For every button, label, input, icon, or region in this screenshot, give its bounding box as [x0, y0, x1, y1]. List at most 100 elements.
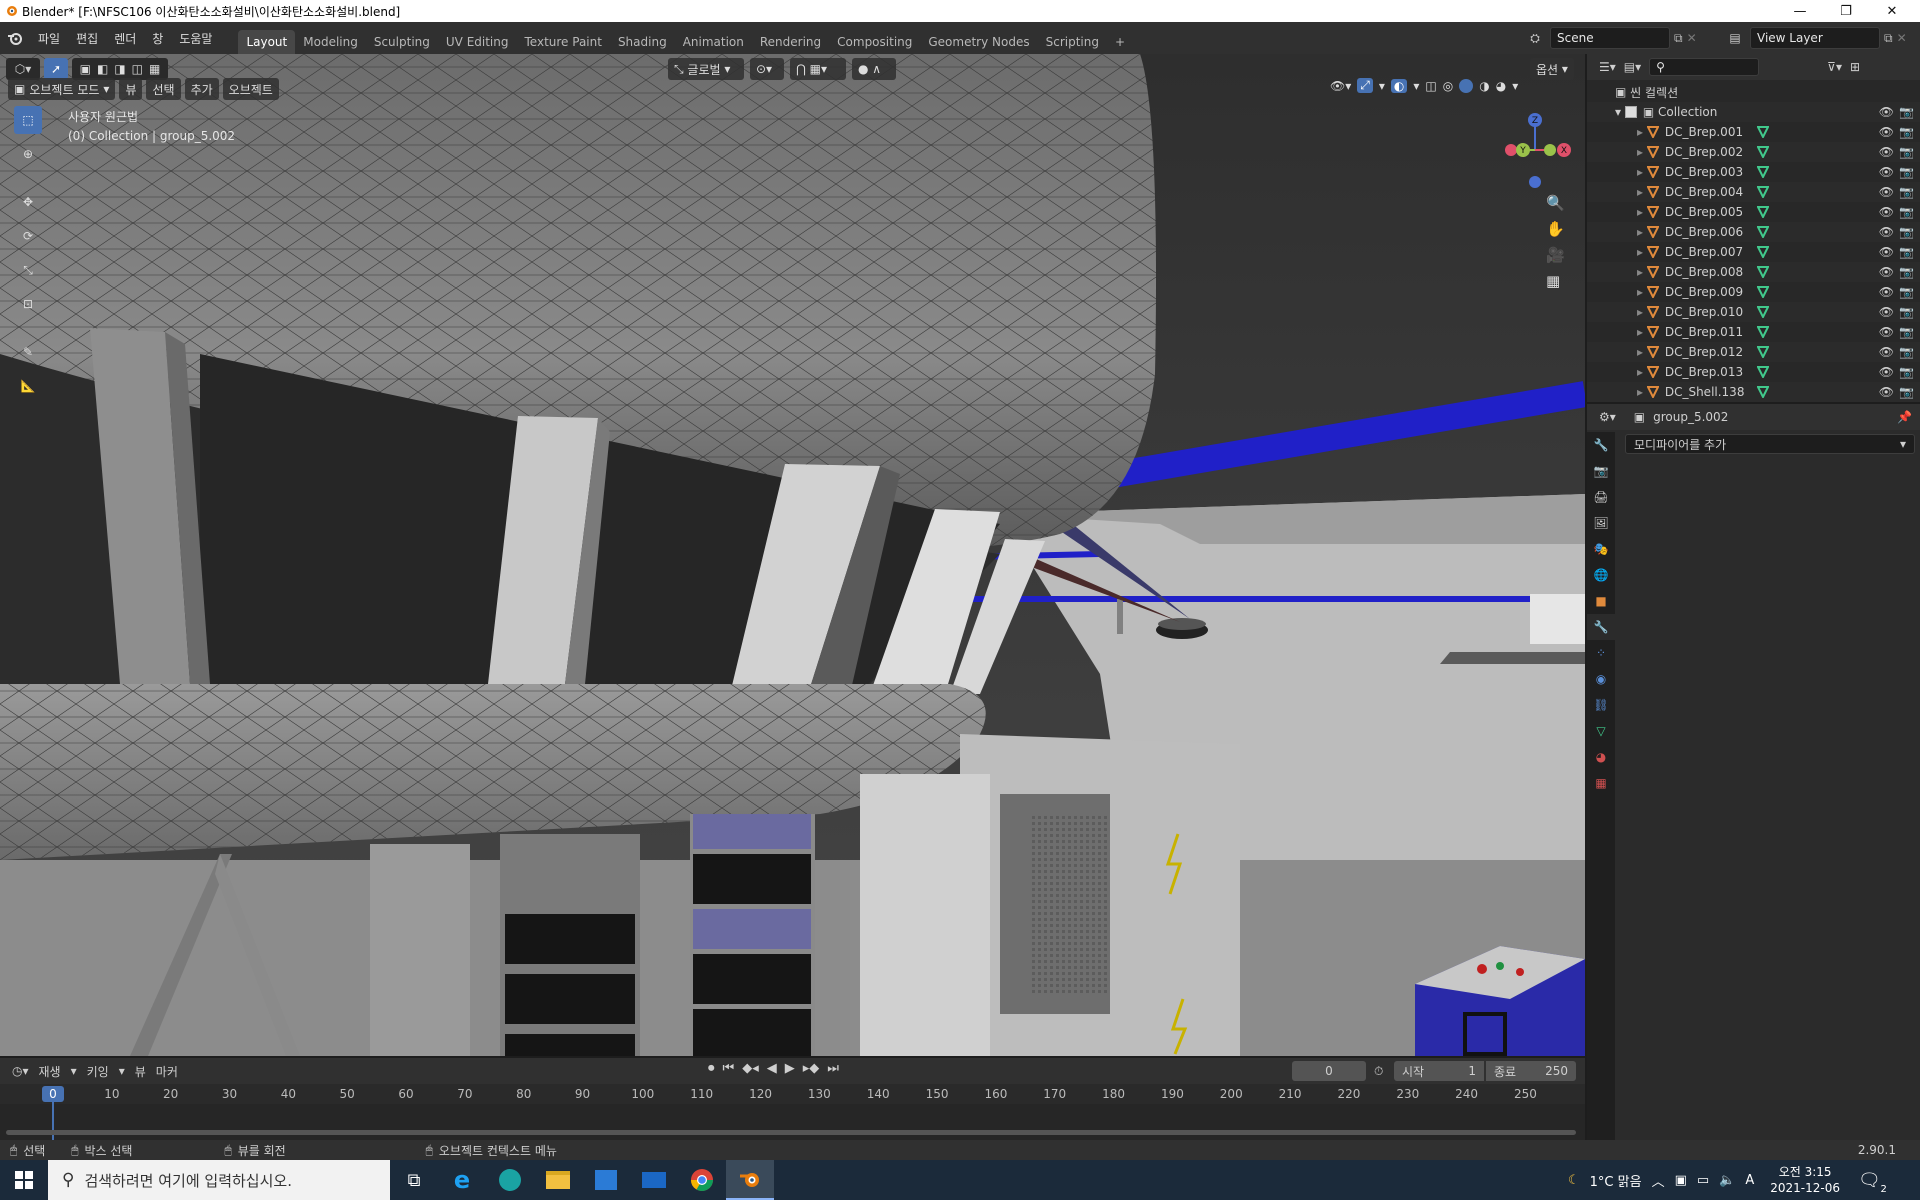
expand-arrow-icon[interactable]: ▸	[1637, 185, 1647, 199]
start-frame-field[interactable]: 시작 1	[1394, 1061, 1484, 1081]
current-frame-field[interactable]: 0	[1292, 1061, 1366, 1081]
camera-render-icon[interactable]: 📷	[1899, 185, 1914, 199]
xray-toggle-icon[interactable]: ◫	[1425, 79, 1436, 93]
wireframe-shading-icon[interactable]: ◎	[1443, 79, 1453, 93]
gizmo-toggle-icon[interactable]: ⤢	[1357, 78, 1373, 93]
expand-arrow-icon[interactable]: ▸	[1637, 265, 1647, 279]
tab-physics[interactable]: ◉	[1587, 666, 1615, 692]
editor-type-button[interactable]: ⬡▾	[6, 58, 40, 80]
tab-compositing[interactable]: Compositing	[829, 30, 920, 54]
scene-name-field[interactable]: Scene	[1550, 27, 1670, 49]
zoom-icon[interactable]: 🔍	[1546, 194, 1565, 212]
minimize-button[interactable]: —	[1777, 0, 1823, 22]
pan-hand-icon[interactable]: ✋	[1546, 220, 1565, 238]
task-view-button[interactable]: ⧉	[390, 1160, 438, 1200]
menu-file[interactable]: 파일	[30, 27, 68, 49]
chrome-app-button[interactable]	[678, 1160, 726, 1200]
camera-render-icon[interactable]: 📷	[1899, 125, 1914, 139]
clock[interactable]: 오전 3:15 2021-12-06	[1770, 1164, 1840, 1196]
blender-menu-button[interactable]	[0, 27, 30, 49]
scene-collection-row[interactable]: ▣ 씬 컬렉션	[1587, 82, 1920, 102]
expand-arrow-icon[interactable]: ▸	[1637, 165, 1647, 179]
camera-view-icon[interactable]: 🎥	[1546, 246, 1565, 264]
view-layer-icon[interactable]: ▤	[1724, 31, 1746, 45]
prev-keyframe-icon[interactable]: ◆◂	[742, 1061, 759, 1076]
outliner-item[interactable]: ▸ DC_Brep.010 👁 📷	[1587, 302, 1920, 322]
mesh-data-icon[interactable]	[1757, 366, 1769, 378]
outliner-item[interactable]: ▸ DC_Brep.001 👁 📷	[1587, 122, 1920, 142]
outliner-search[interactable]: ⚲	[1649, 58, 1760, 76]
notification-button[interactable]: 🗨 2	[1858, 1170, 1887, 1195]
network-icon[interactable]: ▣	[1675, 1173, 1687, 1188]
ime-indicator[interactable]: A	[1745, 1173, 1754, 1188]
add-menu[interactable]: 추가	[184, 78, 219, 100]
tab-modeling[interactable]: Modeling	[295, 30, 366, 54]
expand-arrow-icon[interactable]: ▸	[1637, 205, 1647, 219]
select-subtract-icon[interactable]: ◨	[114, 62, 125, 76]
proportional-edit-toggle[interactable]: ● ∧	[852, 58, 896, 80]
annotate-tool[interactable]: ✎	[14, 338, 42, 366]
eye-icon[interactable]: 👁	[1879, 125, 1894, 139]
outliner-item[interactable]: ▸ DC_Brep.008 👁 📷	[1587, 262, 1920, 282]
new-collection-icon[interactable]: ⊞	[1850, 60, 1860, 74]
start-button[interactable]	[0, 1160, 48, 1200]
camera-render-icon[interactable]: 📷	[1899, 325, 1914, 339]
camera-render-icon[interactable]: 📷	[1899, 105, 1914, 119]
marker-menu[interactable]: 마커	[156, 1063, 178, 1080]
camera-render-icon[interactable]: 📷	[1899, 305, 1914, 319]
tab-constraints[interactable]: ⛓	[1587, 692, 1615, 718]
camera-render-icon[interactable]: 📷	[1899, 285, 1914, 299]
explorer-app-button[interactable]	[534, 1160, 582, 1200]
mesh-data-icon[interactable]	[1757, 346, 1769, 358]
orientation-dropdown[interactable]: ⤡ 글로벌 ▾	[668, 58, 744, 80]
select-extend-icon[interactable]: ◧	[97, 62, 108, 76]
display-icon[interactable]: ▭	[1697, 1173, 1709, 1188]
tab-render[interactable]: 📷	[1587, 458, 1615, 484]
mail-app-button[interactable]	[630, 1160, 678, 1200]
mesh-data-icon[interactable]	[1757, 386, 1769, 398]
eye-icon[interactable]: 👁	[1879, 385, 1894, 399]
copy-view-layer-icon[interactable]: ⧉	[1884, 31, 1893, 46]
eye-icon[interactable]: 👁	[1879, 345, 1894, 359]
timeline-view-menu[interactable]: 뷰	[135, 1063, 146, 1080]
mesh-data-icon[interactable]	[1757, 226, 1769, 238]
eye-icon[interactable]: 👁	[1879, 285, 1894, 299]
camera-render-icon[interactable]: 📷	[1899, 345, 1914, 359]
eye-icon[interactable]: 👁	[1879, 245, 1894, 259]
outliner-item[interactable]: ▸ DC_Brep.012 👁 📷	[1587, 342, 1920, 362]
measure-tool[interactable]: 📐	[14, 372, 42, 400]
expand-arrow-icon[interactable]: ▸	[1637, 245, 1647, 259]
transform-tool[interactable]: ⊡	[14, 290, 42, 318]
expand-arrow-icon[interactable]: ▸	[1637, 325, 1647, 339]
3d-viewport[interactable]: ⬡▾ ➚ ▣ ◧ ◨ ◫ ▦ ⤡ 글로벌 ▾ ⊙▾ ⋂ ▦▾ ● ∧ 옵션 ▾ ▣ 오브젝…	[0, 54, 1585, 1056]
tab-world[interactable]: 🌐	[1587, 562, 1615, 588]
menu-window[interactable]: 창	[144, 27, 171, 49]
camera-render-icon[interactable]: 📷	[1899, 205, 1914, 219]
stopwatch-icon[interactable]: ⏱	[1374, 1064, 1383, 1079]
copy-scene-icon[interactable]: ⧉	[1674, 31, 1683, 46]
next-keyframe-icon[interactable]: ▸◆	[803, 1061, 820, 1076]
eye-icon[interactable]: 👁	[1879, 265, 1894, 279]
select-tool-button[interactable]: ➚	[44, 58, 68, 80]
remove-view-layer-icon[interactable]: ✕	[1897, 31, 1907, 45]
store-app-button[interactable]	[582, 1160, 630, 1200]
tab-view-layer[interactable]: 🖼	[1587, 510, 1615, 536]
tab-uv-editing[interactable]: UV Editing	[438, 30, 517, 54]
overlay-toggle-icon[interactable]: ◐	[1390, 78, 1408, 93]
tab-particles[interactable]: ⁘	[1587, 640, 1615, 666]
mesh-data-icon[interactable]	[1757, 126, 1769, 138]
jump-start-icon[interactable]: ⏮	[723, 1061, 735, 1076]
volume-icon[interactable]: 🔈	[1719, 1173, 1735, 1188]
outliner-item[interactable]: ▸ DC_Brep.004 👁 📷	[1587, 182, 1920, 202]
tab-texture[interactable]: ▦	[1587, 770, 1615, 796]
eye-icon[interactable]: 👁	[1879, 225, 1894, 239]
jump-end-icon[interactable]: ⏭	[827, 1061, 839, 1076]
eye-icon[interactable]: 👁	[1879, 205, 1894, 219]
ie-app-button[interactable]: e	[438, 1160, 486, 1200]
select-box-tool[interactable]: ⬚	[14, 106, 42, 134]
moon-weather-icon[interactable]: ☾	[1568, 1173, 1580, 1188]
tab-layout[interactable]: Layout	[238, 30, 296, 54]
mesh-data-icon[interactable]	[1757, 166, 1769, 178]
blender-app-button[interactable]	[726, 1160, 774, 1200]
timeline-editor-icon[interactable]: ◷▾	[12, 1064, 29, 1078]
